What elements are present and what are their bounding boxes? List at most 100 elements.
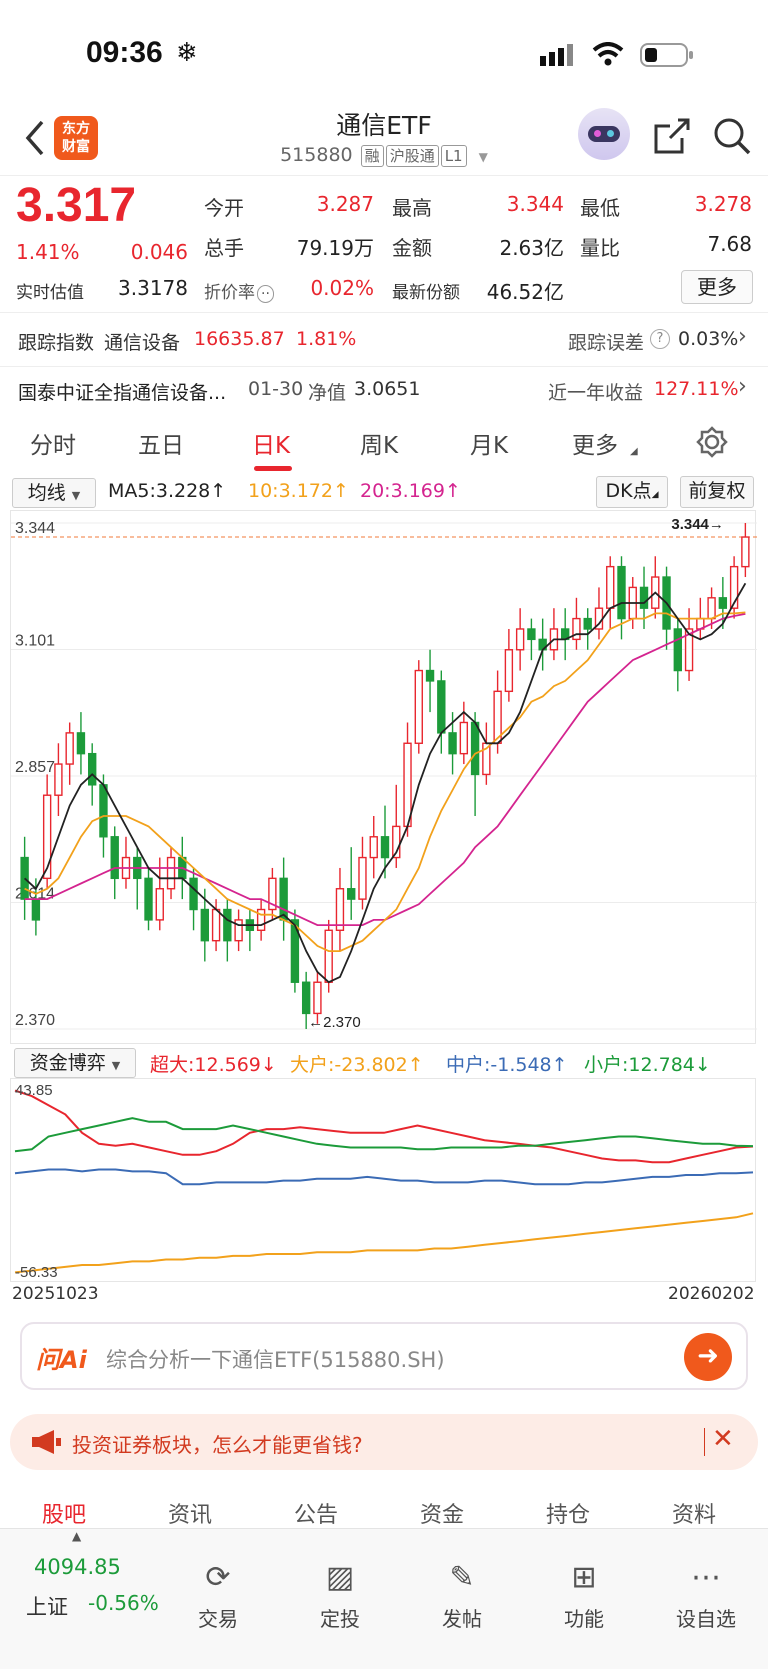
fund-row[interactable]: 国泰中证全指通信设备... 01-30 净值 3.0651 近一年收益 127.… (0, 366, 768, 412)
signal-icon (540, 44, 573, 66)
candle-body (673, 628, 682, 672)
candle-body (211, 908, 221, 942)
candle-body (617, 565, 626, 620)
candle-body (110, 836, 119, 880)
flow-super: 超大:12.569↓ (150, 1054, 277, 1076)
index-name: 上证 (26, 1595, 68, 1619)
candle-body (718, 597, 728, 609)
arrow-right-icon: ➜ (697, 1341, 719, 1371)
megaphone-icon (32, 1430, 61, 1454)
share-icon[interactable] (652, 116, 692, 156)
functions-button[interactable]: ⊞ 功能 (544, 1559, 624, 1632)
candle-body (144, 877, 153, 921)
candle-body (358, 856, 367, 900)
trade-button[interactable]: ⟳ 交易 (178, 1559, 258, 1632)
candle-body (639, 586, 649, 609)
notice-banner[interactable]: 投资证券板块，怎么才能更省钱? ✕ (10, 1414, 758, 1470)
current-price: 3.317 (16, 179, 137, 232)
tab-profile[interactable]: 资料 (672, 1497, 716, 1529)
change-percent: 1.41% (16, 240, 80, 264)
low-label: 最低 (580, 196, 620, 220)
settings-icon[interactable] (696, 426, 728, 458)
amount-value: 2.63亿 (499, 236, 564, 260)
tab-more[interactable]: 更多 (572, 426, 618, 460)
candle-body (504, 649, 514, 693)
ma-select[interactable]: 均线 ▼ (12, 478, 96, 508)
candle-body (335, 888, 345, 931)
tab-funds[interactable]: 资金 (420, 1497, 464, 1529)
invest-plan-button[interactable]: ▨ 定投 (300, 1559, 380, 1632)
fund-flow-chart[interactable]: 43.85 -56.33 (10, 1078, 756, 1282)
ma-select-label: 均线 (27, 482, 66, 504)
tracking-row[interactable]: 跟踪指数 通信设备 16635.87 1.81% 跟踪误差 ? 0.03% › (0, 312, 768, 366)
index-value: 4094.85 (34, 1555, 121, 1579)
ma5-line (23, 582, 747, 984)
low-value: 3.278 (694, 192, 752, 216)
tab-intraday[interactable]: 分时 (30, 426, 76, 460)
status-bar: 09:36 ❄ (0, 0, 768, 100)
adjust-button[interactable]: 前复权 (680, 476, 754, 508)
chevron-right-icon: › (738, 374, 747, 399)
ma5-value: MA5:3.228↑ (108, 480, 227, 502)
send-button[interactable]: ➜ (684, 1333, 732, 1381)
tab-monthly-k[interactable]: 月K (470, 426, 508, 460)
chart-tabs: 分时 五日 日K 周K 月K 更多 ◢ (0, 410, 768, 476)
tab-holdings[interactable]: 持仓 (546, 1497, 590, 1529)
add-watchlist-button[interactable]: ⋯ 设自选 (666, 1559, 746, 1632)
quote-panel: 3.317 1.41% 0.046 实时估值 3.3178 今开 3.287 最… (0, 178, 768, 308)
candle-body (189, 877, 198, 911)
ratio-value: 7.68 (707, 232, 752, 256)
close-icon[interactable]: ✕ (712, 1424, 734, 1454)
fund-flow-select[interactable]: 资金博弈 ▼ (14, 1048, 136, 1078)
tab-weekly-k[interactable]: 周K (360, 426, 398, 460)
dropdown-icon: ▼ (71, 489, 81, 502)
high-label: 最高 (392, 196, 432, 220)
ma10-line (24, 611, 746, 953)
candle-body (347, 888, 356, 900)
flow-line (14, 1117, 754, 1153)
fund-return-label: 近一年收益 (548, 382, 644, 404)
add-watchlist-label: 设自选 (676, 1607, 736, 1631)
search-icon[interactable] (712, 116, 752, 156)
candle-body (470, 721, 480, 776)
header: 东方 财富 通信ETF 515880 融沪股通 L1 ▼ (0, 100, 768, 176)
dropdown-icon[interactable]: ▼ (479, 150, 488, 164)
candle-body (459, 721, 469, 755)
tab-five-day[interactable]: 五日 (138, 426, 184, 460)
ai-bar[interactable]: 问Ai 综合分析一下通信ETF(515880.SH) ➜ (20, 1322, 748, 1390)
date-start: 20251023 (12, 1284, 99, 1304)
flow-medium: 中户:-1.548↑ (446, 1054, 568, 1076)
tab-daily-k[interactable]: 日K (252, 426, 290, 460)
robot-avatar[interactable] (578, 108, 630, 160)
kline-chart[interactable]: 3.344 3.101 2.857 2.614 2.370 3.344→ ←2.370 (10, 510, 757, 1044)
grid-icon: ⊞ (571, 1560, 597, 1595)
more-button[interactable]: 更多 (681, 270, 753, 304)
discount-label-text: 折价率 (204, 283, 255, 303)
candle-body (448, 732, 457, 755)
flow-small: 小户:12.784↓ (584, 1054, 711, 1076)
fund-nav: 3.0651 (354, 378, 421, 400)
y-tick-label: 3.101 (15, 633, 55, 650)
tag-margin: 融 (360, 145, 384, 167)
change-amount: 0.046 (130, 240, 188, 264)
info-icon[interactable]: ·· (257, 285, 274, 303)
stock-code: 515880 (280, 144, 353, 166)
tab-forum[interactable]: 股吧 (42, 1497, 86, 1529)
tab-announcements[interactable]: 公告 (294, 1497, 338, 1529)
candle-body (54, 763, 63, 796)
flow-line (14, 1089, 754, 1164)
ai-input[interactable]: 综合分析一下通信ETF(515880.SH) (106, 1344, 445, 1374)
high-value: 3.344 (506, 192, 564, 216)
dk-button[interactable]: DK点◢ (596, 476, 668, 508)
index-ticker[interactable]: 4094.85 上证 -0.56% (20, 1549, 170, 1629)
chevron-right-icon: › (738, 324, 747, 349)
high-marker: 3.344→ (671, 516, 724, 533)
low-marker: ←2.370 (308, 1014, 361, 1031)
candle-body (301, 981, 311, 1015)
post-button[interactable]: ✎ 发帖 (422, 1559, 502, 1632)
tab-news[interactable]: 资讯 (168, 1497, 212, 1529)
candle-body (313, 981, 322, 1015)
candle-body (425, 669, 435, 682)
help-icon[interactable]: ? (650, 329, 670, 349)
candle-body (155, 888, 164, 921)
